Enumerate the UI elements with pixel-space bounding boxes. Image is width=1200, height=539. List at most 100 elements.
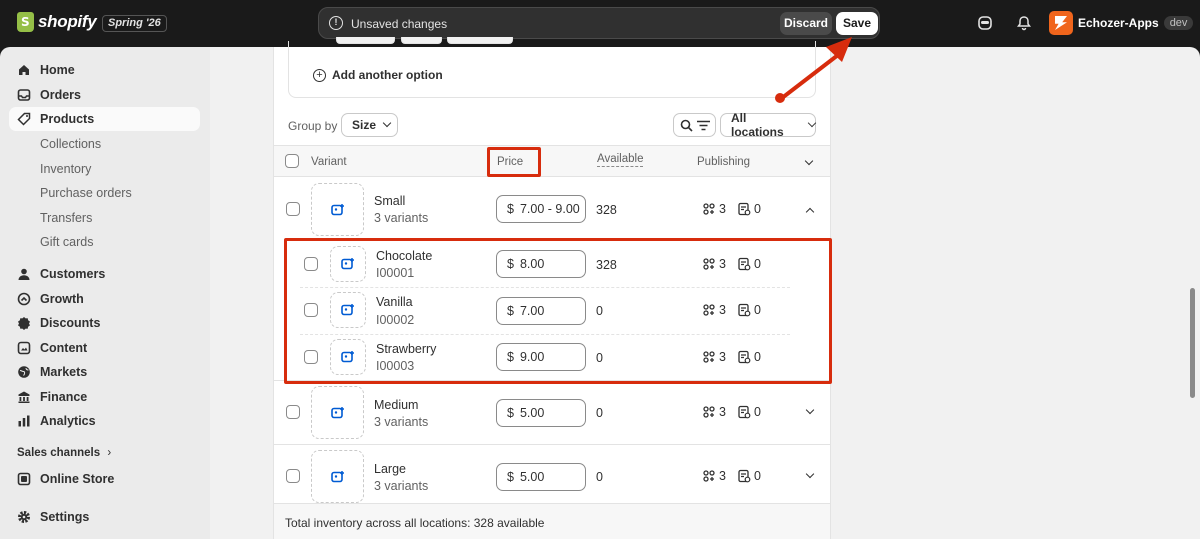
catalogs-count: 0 (753, 405, 761, 419)
catalog-icon (738, 202, 751, 216)
sidebar-item-growth[interactable]: Growth (9, 287, 200, 311)
search-filter-button[interactable] (673, 113, 716, 137)
group-checkbox-medium[interactable] (286, 405, 300, 419)
discard-button[interactable]: Discard (780, 12, 832, 35)
chevron-down-icon[interactable] (805, 405, 815, 415)
content-icon (17, 341, 31, 355)
chevron-up-icon[interactable] (805, 207, 815, 217)
unsaved-message: Unsaved changes (351, 17, 448, 31)
sidekick-icon[interactable] (976, 14, 994, 32)
sidebar-item-products[interactable]: Products (9, 107, 200, 131)
price-input[interactable]: $ 5.00 (496, 463, 586, 491)
sales-channels-label: Sales channels (17, 447, 101, 459)
row-divider (274, 444, 830, 445)
sidebar-item-label: Customers (40, 267, 106, 281)
channels-count: 3 (719, 202, 726, 216)
available-value[interactable]: 0 (596, 406, 603, 420)
sidebar: Home Orders Products Collections Invento… (0, 47, 210, 539)
group-by-label: Group by (288, 119, 338, 133)
person-icon (18, 268, 30, 280)
price-input[interactable]: $ 5.00 (496, 399, 586, 427)
group-by-select[interactable]: Size (341, 113, 398, 137)
sidebar-item-content[interactable]: Content (9, 336, 200, 360)
currency-symbol: $ (507, 470, 514, 484)
chevron-right-icon: › (107, 447, 112, 459)
dev-badge: dev (1163, 16, 1194, 30)
store-logo-icon (1049, 11, 1073, 35)
unsaved-changes-bar: ! Unsaved changes Discard Save (318, 7, 880, 39)
variants-highlight-box (284, 238, 832, 384)
globe-icon (18, 366, 30, 378)
store-name: Echozer-Apps (1078, 16, 1159, 30)
sidebar-sub-transfers[interactable]: Transfers (40, 211, 92, 225)
locations-value: All locations (731, 111, 784, 139)
sidebar-sub-inventory[interactable]: Inventory (40, 162, 91, 176)
shopify-logo[interactable]: shopify (17, 12, 97, 32)
column-publishing: Publishing (697, 156, 751, 168)
available-value[interactable]: 0 (596, 470, 603, 484)
sidebar-item-customers[interactable]: Customers (9, 262, 200, 286)
chevron-down-icon[interactable] (805, 469, 815, 479)
channels-count: 3 (719, 405, 726, 419)
group-checkbox-small[interactable] (286, 202, 300, 216)
sidebar-item-label: Orders (40, 88, 81, 102)
bell-icon[interactable] (1015, 14, 1033, 32)
sidebar-item-orders[interactable]: Orders (9, 83, 200, 107)
group-name[interactable]: Medium (374, 398, 418, 412)
sidebar-item-analytics[interactable]: Analytics (9, 409, 200, 433)
inventory-footer: Total inventory across all locations: 32… (274, 503, 830, 539)
brand-name: shopify (38, 12, 97, 31)
sidebar-sub-purchase-orders[interactable]: Purchase orders (40, 186, 132, 200)
group-checkbox-large[interactable] (286, 469, 300, 483)
price-highlight-box (487, 147, 541, 177)
discount-icon (18, 317, 30, 330)
sidebar-item-home[interactable]: Home (9, 58, 200, 82)
add-image-icon (330, 470, 344, 482)
store-icon (17, 472, 31, 486)
save-button[interactable]: Save (836, 12, 878, 35)
column-available[interactable]: Available (597, 153, 644, 167)
group-name[interactable]: Small (374, 194, 405, 208)
sales-channels-icon (703, 406, 715, 418)
sidebar-item-markets[interactable]: Markets (9, 360, 200, 384)
price-value: 5.00 (519, 470, 545, 484)
group-name[interactable]: Large (374, 462, 406, 476)
shopify-bag-icon (17, 12, 34, 32)
publishing-status[interactable]: 3 0 (702, 469, 761, 483)
catalogs-count: 0 (753, 469, 761, 483)
sidebar-sub-collections[interactable]: Collections (40, 137, 101, 151)
sidebar-item-discounts[interactable]: Discounts (9, 311, 200, 335)
locations-select[interactable]: All locations (720, 111, 817, 139)
available-value[interactable]: 328 (596, 203, 617, 217)
bank-icon (18, 391, 30, 403)
sales-channels-header[interactable]: Sales channels › (17, 447, 111, 459)
group-variant-count: 3 variants (374, 211, 429, 225)
page-scrollbar[interactable] (1190, 288, 1195, 398)
sidebar-sub-gift-cards[interactable]: Gift cards (40, 235, 94, 249)
option-editor: + Add another option (288, 37, 816, 98)
gear-icon (18, 511, 30, 523)
add-image-icon (330, 203, 344, 215)
group-image-small[interactable] (311, 183, 364, 236)
price-value: 7.00 - 9.00 (519, 202, 580, 216)
group-image-large[interactable] (311, 450, 364, 503)
home-icon (19, 65, 29, 75)
table-header: Variant Price Available Publishing (274, 145, 830, 177)
sidebar-item-label: Online Store (40, 472, 115, 486)
column-variant: Variant (311, 156, 347, 168)
add-another-option-button[interactable]: + Add another option (313, 68, 443, 82)
collapse-all-chevron-icon[interactable] (804, 156, 814, 166)
store-menu[interactable]: Echozer-Apps dev (1049, 11, 1194, 35)
sidebar-item-label: Home (40, 63, 75, 77)
sidebar-item-online-store[interactable]: Online Store (9, 467, 200, 491)
group-image-medium[interactable] (311, 386, 364, 439)
group-variant-count: 3 variants (374, 415, 429, 429)
sidebar-item-finance[interactable]: Finance (9, 385, 200, 409)
edition-badge: Spring '26 (102, 15, 167, 32)
sidebar-item-settings[interactable]: Settings (9, 505, 200, 529)
publishing-status[interactable]: 3 0 (702, 202, 761, 216)
price-input[interactable]: $ 7.00 - 9.00 (496, 195, 586, 223)
select-all-checkbox[interactable] (285, 154, 299, 168)
group-variant-count: 3 variants (374, 479, 429, 493)
publishing-status[interactable]: 3 0 (702, 405, 761, 419)
